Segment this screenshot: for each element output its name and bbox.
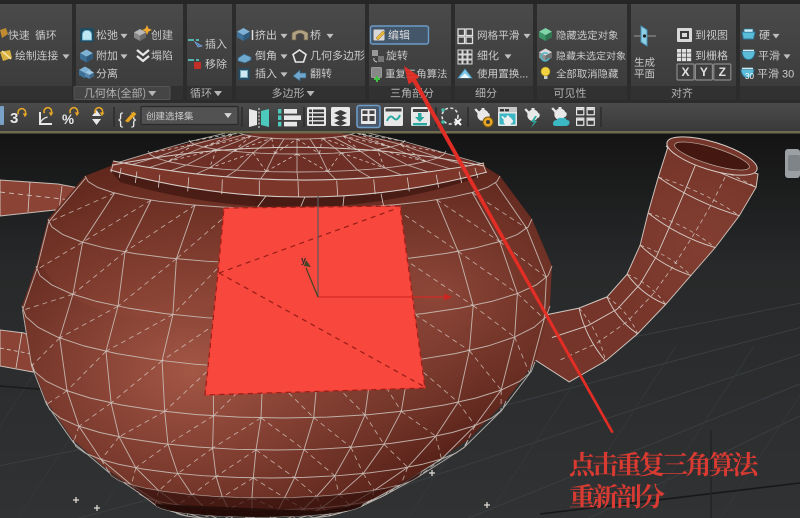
svg-text:y: y	[301, 255, 306, 265]
svg-text:%: %	[62, 112, 74, 127]
svg-text:Z: Z	[719, 65, 726, 79]
svg-text:Y: Y	[700, 65, 708, 79]
svg-text:{: {	[118, 111, 124, 128]
svg-text:30: 30	[782, 69, 794, 81]
svg-text:X: X	[681, 65, 689, 79]
svg-text:30: 30	[745, 72, 754, 81]
